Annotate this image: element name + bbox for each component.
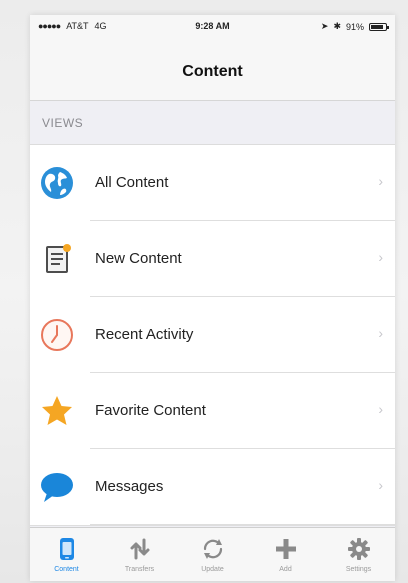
transfer-arrows-icon [127, 536, 153, 562]
page-title: Content [182, 63, 243, 80]
phone-icon [54, 536, 80, 562]
navigation-bar: Content [30, 37, 395, 101]
tab-label: Add [279, 566, 292, 573]
status-right: ➤ ✱ 91% [320, 21, 389, 32]
tab-label: Transfers [124, 566, 155, 573]
list-item-favorite-content[interactable]: Favorite Content › [30, 373, 395, 449]
globe-icon [39, 165, 75, 201]
list-item-label: New Content [95, 250, 182, 267]
list-item-messages[interactable]: Messages › [30, 449, 395, 525]
tab-label: Settings [345, 566, 372, 573]
tab-update[interactable]: Update [176, 528, 249, 581]
tab-add[interactable]: Add [249, 528, 322, 581]
tab-settings[interactable]: Settings [322, 528, 395, 581]
views-list: All Content › New Content › Recent Activ… [30, 145, 395, 553]
list-item-label: Messages [95, 478, 164, 495]
list-item-recent-activity[interactable]: Recent Activity › [30, 297, 395, 373]
phone-screen: ●●●●● AT&T 4G 9:28 AM ➤ ✱ 91% Content VI… [30, 15, 395, 581]
chevron-right-icon: › [378, 477, 383, 493]
battery-icon [369, 22, 389, 31]
tab-label: Update [201, 566, 224, 573]
chevron-right-icon: › [378, 325, 383, 341]
plus-icon [273, 536, 299, 562]
section-header-label: VIEWS [42, 116, 84, 130]
gear-icon [346, 536, 372, 562]
refresh-icon [200, 536, 226, 562]
speech-bubble-icon [39, 469, 75, 505]
bluetooth-icon: ✱ [333, 21, 341, 31]
chevron-right-icon: › [378, 249, 383, 265]
new-document-icon [39, 241, 75, 277]
list-item-all-content[interactable]: All Content › [30, 145, 395, 221]
battery-percentage: 91% [345, 21, 364, 32]
location-arrow-icon: ➤ [320, 21, 329, 31]
tab-transfers[interactable]: Transfers [103, 528, 176, 581]
tab-content[interactable]: Content [30, 528, 103, 581]
star-icon [39, 393, 75, 429]
section-header-views: VIEWS [30, 101, 395, 145]
clock-icon [39, 317, 75, 353]
chevron-right-icon: › [378, 173, 383, 189]
tab-label: Content [54, 566, 79, 573]
list-item-label: Recent Activity [95, 326, 194, 343]
status-bar: ●●●●● AT&T 4G 9:28 AM ➤ ✱ 91% [30, 15, 395, 37]
tab-bar: Content Transfers Update Add Settings [30, 527, 395, 581]
screenshot-background: ●●●●● AT&T 4G 9:28 AM ➤ ✱ 91% Content VI… [0, 0, 408, 583]
list-item-label: Favorite Content [95, 402, 206, 419]
chevron-right-icon: › [378, 401, 383, 417]
list-item-new-content[interactable]: New Content › [30, 221, 395, 297]
list-item-label: All Content [95, 174, 169, 191]
